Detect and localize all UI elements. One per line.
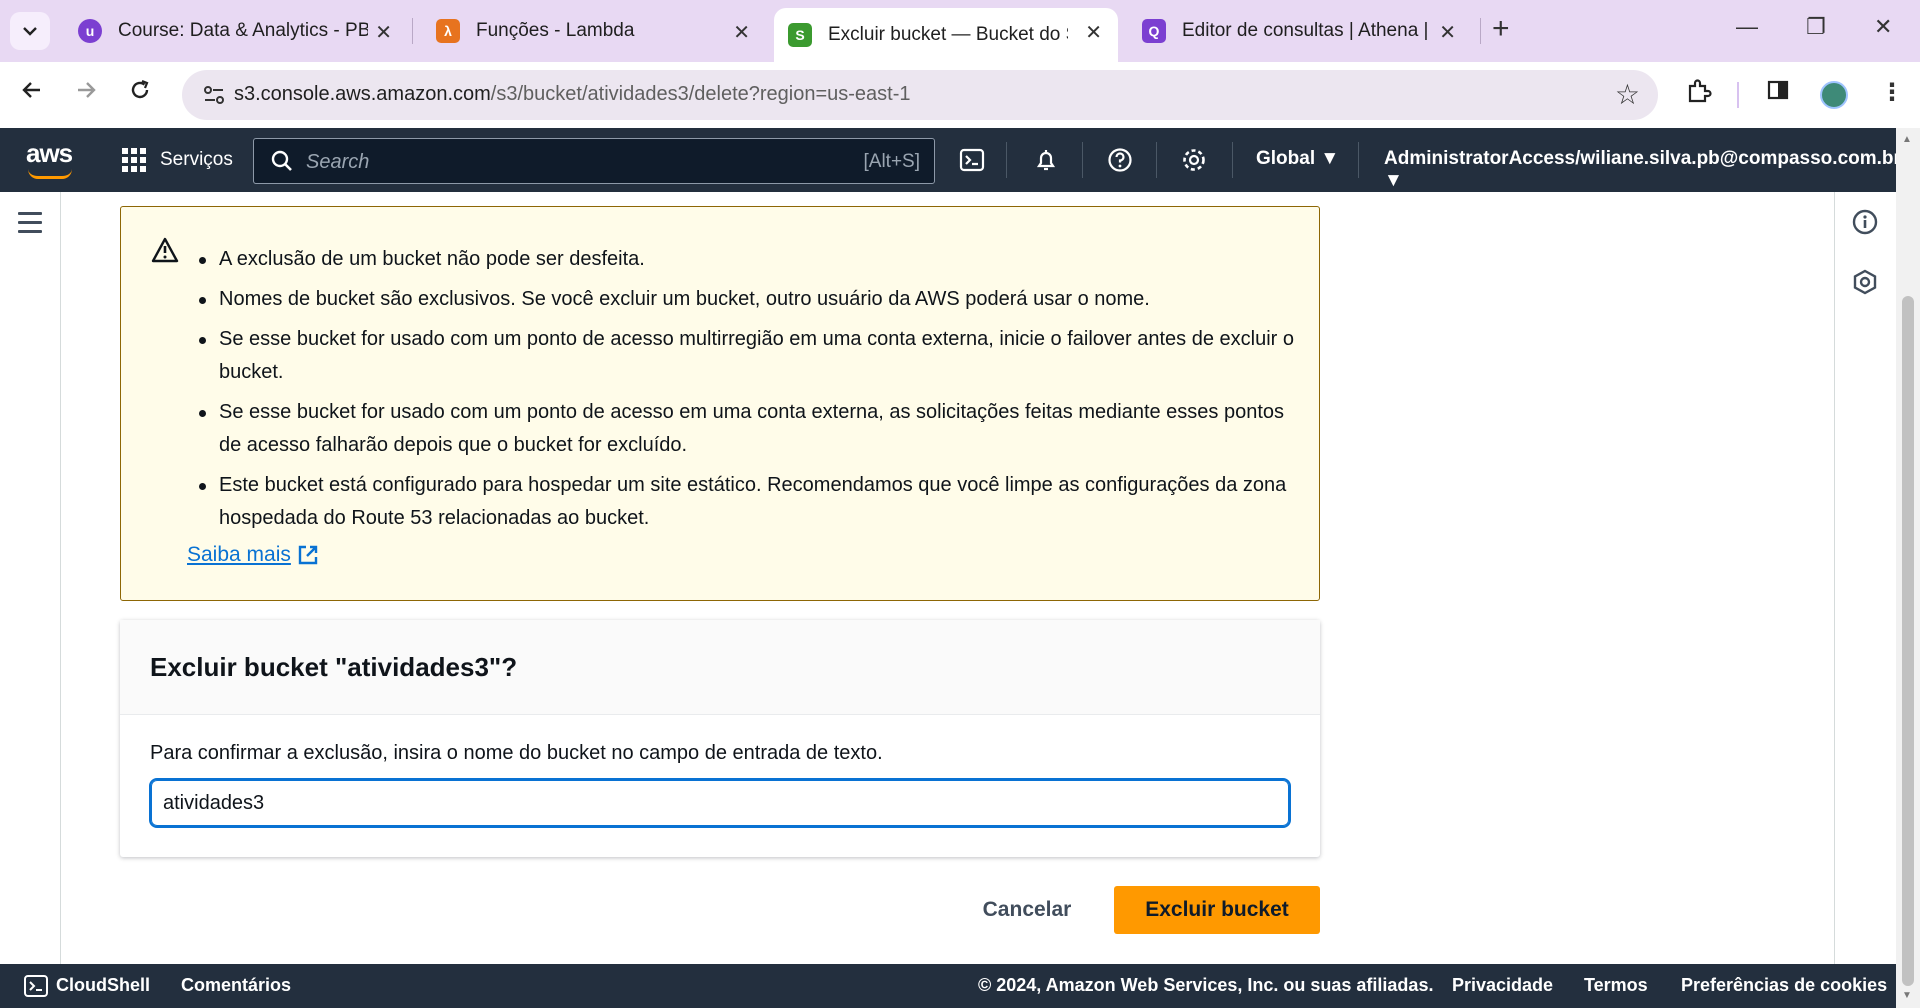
tools-rail (1834, 192, 1896, 964)
search-shortcut-hint: [Alt+S] (863, 151, 921, 172)
privacy-link[interactable]: Privacidade (1452, 975, 1553, 996)
nav-divider (1006, 142, 1007, 178)
external-link-icon (298, 545, 318, 565)
browser-toolbar: s3.console.aws.amazon.com/s3/bucket/ativ… (0, 62, 1920, 128)
side-panel-icon[interactable] (1766, 78, 1790, 109)
minimize-button[interactable]: — (1736, 14, 1758, 40)
warning-list: A exclusão de um bucket não pode ser des… (199, 243, 1299, 542)
aws-logo-smile (28, 169, 72, 179)
cloudshell-icon[interactable] (24, 975, 48, 997)
warning-item: Se esse bucket for usado com um ponto de… (199, 323, 1299, 389)
warning-item: Nomes de bucket são exclusivos. Se você … (199, 283, 1299, 316)
warning-alert: A exclusão de um bucket não pode ser des… (120, 206, 1320, 601)
panel-header: Excluir bucket "atividades3"? (120, 620, 1320, 715)
lambda-icon: λ (436, 19, 460, 43)
notifications-bell-icon[interactable] (1032, 146, 1060, 174)
warning-item: A exclusão de um bucket não pode ser des… (199, 243, 1299, 276)
help-icon[interactable] (1106, 146, 1134, 174)
close-icon[interactable]: ✕ (375, 20, 392, 45)
arrow-left-icon (22, 82, 40, 98)
warning-item: Se esse bucket for usado com um ponto de… (199, 396, 1299, 462)
search-placeholder: Search (306, 151, 370, 173)
hexagon-help-icon[interactable] (1851, 268, 1879, 296)
url-path: /s3/bucket/atividades3/delete?region=us-… (490, 83, 911, 105)
delete-bucket-button[interactable]: Excluir bucket (1114, 886, 1320, 934)
warning-triangle-icon (151, 237, 179, 263)
tab-divider (1480, 18, 1481, 44)
nav-divider (1082, 142, 1083, 178)
athena-icon: Q (1142, 19, 1166, 43)
browser-menu-icon[interactable]: ⋮ (1880, 78, 1904, 107)
reload-icon (131, 79, 149, 99)
site-settings-icon[interactable] (202, 84, 226, 106)
search-icon (271, 150, 292, 171)
scroll-up-arrow-icon[interactable]: ▲ (1902, 134, 1912, 145)
arrow-right-icon (78, 82, 96, 98)
tab-search-button[interactable] (10, 12, 50, 50)
panel-title: Excluir bucket "atividades3"? (150, 652, 518, 682)
aws-top-navigation: aws Serviços Search [Alt+S] Global ▼ Adm… (0, 128, 1901, 192)
scroll-down-arrow-icon[interactable]: ▼ (1902, 990, 1912, 1001)
bookmark-star-icon[interactable]: ☆ (1615, 78, 1640, 111)
udemy-icon: u (78, 19, 102, 43)
delete-confirmation-panel: Excluir bucket "atividades3"? Para confi… (120, 620, 1320, 857)
s3-icon: S (788, 23, 812, 47)
settings-gear-icon[interactable] (1180, 146, 1208, 174)
info-icon[interactable] (1851, 208, 1879, 236)
learn-more-link[interactable]: Saiba mais (187, 543, 319, 567)
close-window-button[interactable]: ✕ (1874, 14, 1892, 40)
tab-divider (412, 18, 413, 44)
scrollbar-thumb[interactable] (1902, 296, 1914, 986)
nav-divider (1358, 142, 1359, 178)
forward-button[interactable] (74, 78, 98, 109)
confirm-description: Para confirmar a exclusão, insira o nome… (150, 742, 883, 764)
bucket-name-confirm-input[interactable] (149, 778, 1291, 828)
new-tab-button[interactable]: + (1492, 12, 1510, 46)
back-button[interactable] (20, 78, 44, 109)
aws-logo[interactable]: aws (26, 138, 73, 169)
tab-title: Editor de consultas | Athena | us (1182, 20, 1432, 41)
toolbar-divider (1737, 82, 1739, 108)
close-icon[interactable]: ✕ (1085, 20, 1102, 45)
tab-athena[interactable]: Q Editor de consultas | Athena | us ✕ (1128, 10, 1472, 52)
url-text: s3.console.aws.amazon.com/s3/bucket/ativ… (234, 83, 911, 106)
services-menu-button[interactable]: Serviços (122, 148, 233, 172)
cloudshell-link[interactable]: CloudShell (56, 975, 150, 996)
learn-more-label: Saiba mais (187, 543, 291, 566)
tab-title: Course: Data & Analytics - PB - (118, 20, 368, 41)
search-input[interactable]: Search [Alt+S] (253, 138, 935, 184)
cloudshell-icon[interactable] (958, 146, 986, 174)
close-icon[interactable]: ✕ (1439, 20, 1456, 45)
reload-button[interactable] (128, 78, 152, 109)
close-icon[interactable]: ✕ (733, 20, 750, 45)
cookie-preferences-link[interactable]: Preferências de cookies (1681, 975, 1887, 996)
restore-button[interactable]: ❐ (1806, 14, 1826, 40)
warning-item: Este bucket está configurado para hosped… (199, 469, 1299, 535)
profile-avatar[interactable] (1820, 81, 1848, 109)
page-scrollbar[interactable]: ▲ ▼ (1896, 128, 1920, 1008)
chevron-down-icon (23, 27, 37, 36)
browser-tab-strip: u Course: Data & Analytics - PB - ✕ λ Fu… (0, 0, 1920, 62)
feedback-link[interactable]: Comentários (181, 975, 291, 996)
url-host: s3.console.aws.amazon.com (234, 83, 491, 105)
address-bar[interactable]: s3.console.aws.amazon.com/s3/bucket/ativ… (182, 70, 1658, 120)
terms-link[interactable]: Termos (1584, 975, 1648, 996)
tab-delete-bucket[interactable]: S Excluir bucket — Bucket do S3 a ✕ (774, 8, 1118, 62)
services-label: Serviços (160, 149, 233, 170)
tab-lambda[interactable]: λ Funções - Lambda ✕ (422, 10, 766, 52)
tab-title: Excluir bucket — Bucket do S3 a (828, 24, 1068, 45)
copyright-text: © 2024, Amazon Web Services, Inc. ou sua… (978, 975, 1434, 995)
nav-divider (1232, 142, 1233, 178)
account-menu[interactable]: AdministratorAccess/wiliane.silva.pb@com… (1384, 148, 1901, 192)
grid-menu-icon (122, 148, 146, 172)
tab-title: Funções - Lambda (476, 20, 635, 41)
extensions-icon[interactable] (1686, 78, 1712, 111)
console-footer: CloudShell Comentários © 2024, Amazon We… (0, 964, 1896, 1008)
nav-divider (1156, 142, 1157, 178)
tab-course[interactable]: u Course: Data & Analytics - PB - ✕ (64, 10, 408, 52)
cancel-button[interactable]: Cancelar (960, 888, 1094, 932)
hamburger-menu-icon[interactable] (18, 212, 42, 239)
side-navigation-rail (0, 192, 61, 964)
region-selector[interactable]: Global ▼ (1256, 148, 1339, 170)
